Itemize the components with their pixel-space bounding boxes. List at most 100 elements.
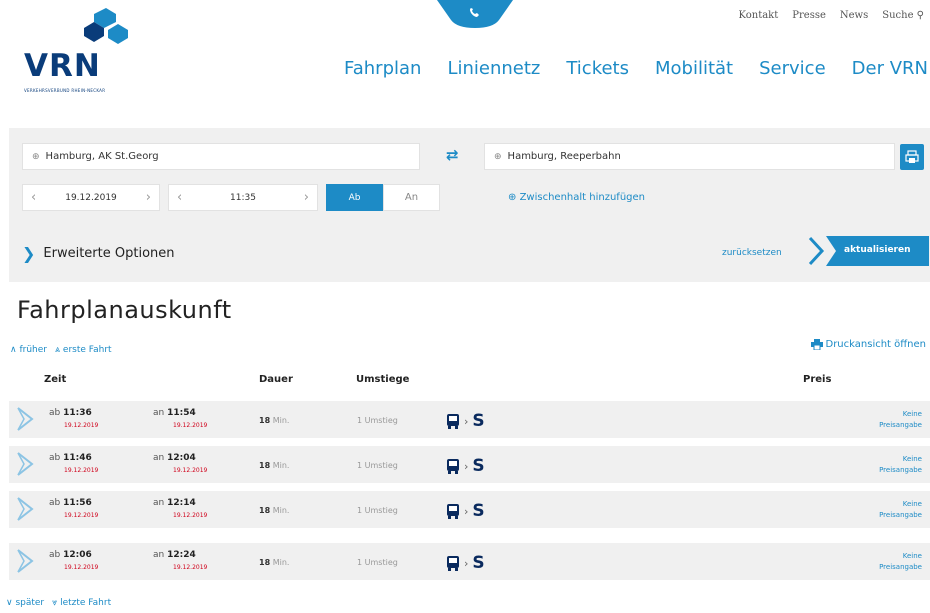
arr-prefix: an — [153, 498, 165, 508]
arrow-right-icon: › — [464, 504, 469, 518]
changes: 1 Umstieg — [357, 416, 398, 425]
bus-icon — [447, 458, 459, 474]
later-link[interactable]: ∨ später — [6, 598, 44, 608]
changes-label: Umstieg — [364, 461, 398, 470]
departure-toggle[interactable]: Ab — [326, 184, 383, 211]
changes-count: 1 — [357, 416, 363, 425]
to-value: Hamburg, Reeperbahn — [507, 151, 621, 162]
arr-prefix: an — [153, 453, 165, 463]
duration-unit: Min. — [272, 558, 290, 567]
arr-time: 12:04 — [167, 453, 196, 463]
nav-der-vrn[interactable]: Der VRN — [852, 58, 928, 79]
from-input[interactable]: ⊕ Hamburg, AK St.Georg — [22, 143, 420, 170]
nav-fahrplan[interactable]: Fahrplan — [344, 58, 421, 79]
print-view-link[interactable]: Druckansicht öffnen — [810, 339, 927, 350]
arr-time: 12:14 — [167, 498, 196, 508]
first-trip-link[interactable]: ⩓ erste Fahrt — [55, 345, 112, 355]
trip-row[interactable]: ab 11:46 19.12.2019 an 12:04 19.12.2019 … — [9, 446, 930, 483]
nav-service[interactable]: Service — [759, 58, 826, 79]
s-bahn-icon: S — [472, 411, 485, 431]
duration: 18 Min. — [259, 416, 289, 425]
dep-time: 11:36 — [63, 408, 92, 418]
arrival: an 12:24 — [153, 550, 196, 560]
date-picker[interactable]: ‹ 19.12.2019 › — [22, 184, 160, 211]
extended-options-toggle[interactable]: ❯ Erweiterte Optionen — [22, 244, 175, 263]
departure: ab 12:06 — [49, 550, 92, 560]
changes-label: Umstieg — [364, 558, 398, 567]
expand-chevron-icon — [17, 497, 34, 521]
price-info: Keine Preisangabe — [879, 454, 922, 476]
first-trip-label: erste Fahrt — [62, 345, 112, 355]
next-time-icon[interactable]: › — [304, 190, 309, 205]
bus-icon — [447, 555, 459, 571]
price-line2: Preisangabe — [879, 466, 922, 474]
nav-liniennetz[interactable]: Liniennetz — [447, 58, 540, 79]
duration-value: 18 — [259, 506, 271, 515]
dep-prefix: ab — [49, 453, 61, 463]
col-header-duration: Dauer — [259, 374, 293, 385]
earlier-nav: ∧ früher ⩓ erste Fahrt — [10, 345, 112, 355]
last-trip-link[interactable]: ⩔ letzte Fahrt — [52, 598, 111, 608]
last-trip-label: letzte Fahrt — [60, 598, 112, 608]
arrow-right-icon: › — [464, 459, 469, 473]
arrow-right-icon: › — [464, 414, 469, 428]
add-stopover-label: Zwischenhalt hinzufügen — [519, 192, 646, 203]
top-link-kontakt[interactable]: Kontakt — [739, 10, 779, 21]
arrival: an 12:04 — [153, 453, 196, 463]
next-date-icon[interactable]: › — [146, 190, 151, 205]
top-link-presse[interactable]: Presse — [792, 10, 826, 21]
vrn-logo-mark-icon — [84, 8, 128, 44]
price-info: Keine Preisangabe — [879, 499, 922, 521]
nav-tickets[interactable]: Tickets — [566, 58, 629, 79]
top-links: Kontakt Presse News Suche ⚲ — [739, 10, 924, 21]
price-line2: Preisangabe — [879, 563, 922, 571]
changes-count: 1 — [357, 558, 363, 567]
changes: 1 Umstieg — [357, 506, 398, 515]
s-bahn-icon: S — [472, 456, 485, 476]
trip-row[interactable]: ab 11:56 19.12.2019 an 12:14 19.12.2019 … — [9, 491, 930, 528]
swap-icon[interactable]: ⇄ — [446, 146, 459, 164]
expand-chevron-icon — [17, 452, 34, 476]
dep-prefix: ab — [49, 550, 61, 560]
price-line2: Preisangabe — [879, 511, 922, 519]
arrow-right-icon: › — [464, 556, 469, 570]
logo-wordmark: VRN — [24, 48, 101, 84]
update-button[interactable]: aktualisieren — [808, 236, 929, 266]
departure: ab 11:46 — [49, 453, 92, 463]
departure: ab 11:56 — [49, 498, 92, 508]
to-input[interactable]: ⊕ Hamburg, Reeperbahn — [484, 143, 895, 170]
main-nav: Fahrplan Liniennetz Tickets Mobilität Se… — [344, 58, 928, 79]
phone-tab[interactable] — [437, 0, 513, 28]
update-label: aktualisieren — [844, 245, 911, 255]
top-link-suche[interactable]: Suche ⚲ — [882, 10, 924, 21]
expand-chevron-icon — [17, 407, 34, 431]
earlier-link[interactable]: ∧ früher — [10, 345, 47, 355]
add-stopover-link[interactable]: ⊕ Zwischenhalt hinzufügen — [508, 192, 645, 203]
col-header-price: Preis — [803, 374, 832, 385]
arrival-toggle[interactable]: An — [383, 184, 440, 211]
arr-date: 19.12.2019 — [173, 512, 208, 519]
reset-link[interactable]: zurücksetzen — [722, 248, 782, 258]
changes-label: Umstieg — [364, 416, 398, 425]
later-label: später — [15, 598, 45, 608]
nav-mobilitaet[interactable]: Mobilität — [655, 58, 733, 79]
arr-date: 19.12.2019 — [173, 564, 208, 571]
dep-prefix: ab — [49, 408, 61, 418]
trip-row[interactable]: ab 11:36 19.12.2019 an 11:54 19.12.2019 … — [9, 401, 930, 438]
changes: 1 Umstieg — [357, 558, 398, 567]
top-link-news[interactable]: News — [840, 10, 868, 21]
duration-value: 18 — [259, 558, 271, 567]
vrn-logo[interactable]: VRN VERKEHRSVERBUND RHEIN-NECKAR — [14, 8, 134, 93]
price-line1: Keine — [902, 552, 922, 560]
top-link-suche-label: Suche — [882, 10, 914, 21]
print-view-label: Druckansicht öffnen — [825, 339, 927, 350]
duration: 18 Min. — [259, 558, 289, 567]
duration-value: 18 — [259, 461, 271, 470]
price-info: Keine Preisangabe — [879, 551, 922, 573]
price-line1: Keine — [902, 500, 922, 508]
trip-row[interactable]: ab 12:06 19.12.2019 an 12:24 19.12.2019 … — [9, 543, 930, 580]
changes-label: Umstieg — [364, 506, 398, 515]
changes-count: 1 — [357, 461, 363, 470]
print-button[interactable] — [900, 144, 924, 170]
time-picker[interactable]: ‹ 11:35 › — [168, 184, 318, 211]
